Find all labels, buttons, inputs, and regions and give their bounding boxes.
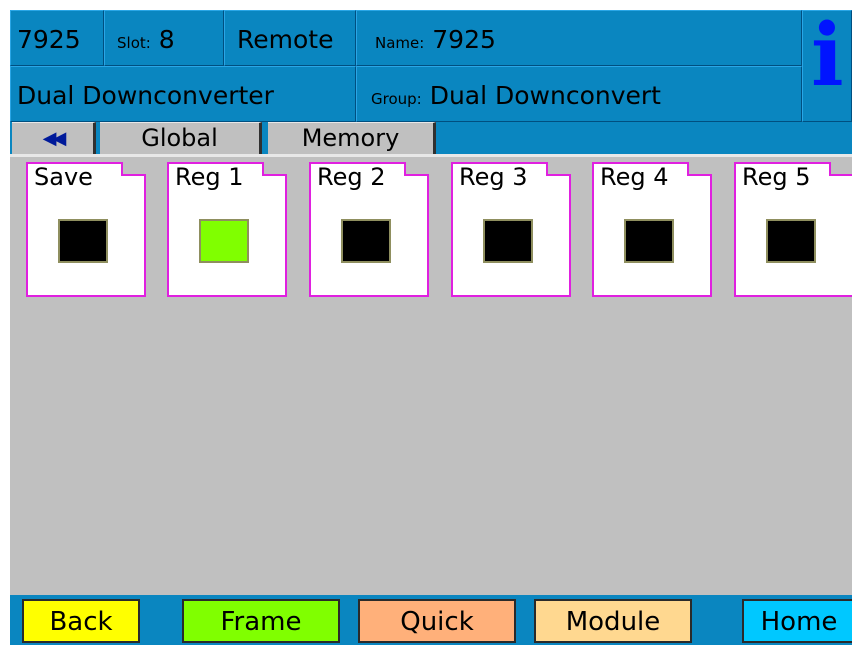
register-label: Reg 4 xyxy=(600,163,669,191)
register-status-swatch xyxy=(483,219,533,263)
header-bar: 7925 Slot: 8 Remote Name: 7925 Dual Down… xyxy=(10,10,852,122)
register-tile[interactable]: Reg 3 xyxy=(451,162,571,297)
slot-value: 8 xyxy=(158,25,175,54)
register-tile[interactable]: Reg 4 xyxy=(592,162,712,297)
footer-bar: Back Frame Quick Module Home xyxy=(10,595,852,645)
tab-global-label: Global xyxy=(141,124,218,152)
register-tile[interactable]: Reg 1 xyxy=(167,162,287,297)
product-name: Dual Downconverter xyxy=(17,81,274,110)
tab-bar: ◀◀ Global Memory xyxy=(10,122,852,154)
home-button[interactable]: Home xyxy=(742,599,852,643)
device-screen: 7925 Slot: 8 Remote Name: 7925 Dual Down… xyxy=(10,10,852,645)
mode-cell: Remote xyxy=(224,10,356,66)
double-left-arrow-icon: ◀◀ xyxy=(42,128,67,149)
name-value: 7925 xyxy=(432,25,496,54)
register-status-swatch xyxy=(341,219,391,263)
back-button[interactable]: Back xyxy=(22,599,140,643)
slot-label: Slot: xyxy=(117,34,151,52)
register-status-swatch xyxy=(624,219,674,263)
register-label: Reg 2 xyxy=(317,163,386,191)
slot-cell: Slot: 8 xyxy=(104,10,224,66)
tab-back-arrow[interactable]: ◀◀ xyxy=(12,122,96,154)
register-label: Reg 5 xyxy=(742,163,811,191)
tab-global[interactable]: Global xyxy=(100,122,262,154)
info-button[interactable]: i xyxy=(802,10,852,122)
model-cell: 7925 xyxy=(10,10,104,66)
product-cell: Dual Downconverter xyxy=(10,66,356,122)
quick-button[interactable]: Quick xyxy=(358,599,516,643)
tab-divider xyxy=(10,154,852,157)
register-label: Save xyxy=(34,163,93,191)
register-status-swatch xyxy=(58,219,108,263)
module-button[interactable]: Module xyxy=(534,599,692,643)
tab-memory-label: Memory xyxy=(301,124,400,152)
register-status-swatch xyxy=(199,219,249,263)
mode-status: Remote xyxy=(237,25,334,54)
info-icon: i xyxy=(811,10,844,106)
register-tile[interactable]: Reg 5 xyxy=(734,162,852,297)
model-number: 7925 xyxy=(17,25,81,54)
register-label: Reg 3 xyxy=(459,163,528,191)
group-value: Dual Downconvert xyxy=(429,81,661,110)
frame-button[interactable]: Frame xyxy=(182,599,340,643)
register-tile[interactable]: Reg 2 xyxy=(309,162,429,297)
register-label: Reg 1 xyxy=(175,163,244,191)
group-label: Group: xyxy=(371,90,422,108)
register-tile[interactable]: Save xyxy=(26,162,146,297)
register-status-swatch xyxy=(766,219,816,263)
group-cell: Group: Dual Downconvert xyxy=(356,66,802,122)
tab-memory[interactable]: Memory xyxy=(268,122,436,154)
name-label: Name: xyxy=(375,34,425,52)
name-cell: Name: 7925 xyxy=(356,10,802,66)
